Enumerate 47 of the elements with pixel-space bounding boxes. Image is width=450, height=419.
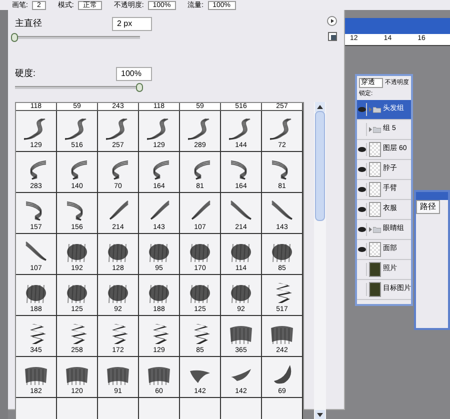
layer-thumbnail	[369, 202, 381, 217]
visibility-toggle[interactable]	[357, 143, 367, 156]
visibility-toggle[interactable]	[357, 243, 367, 256]
expand-arrow-icon[interactable]	[369, 227, 372, 232]
eye-icon	[358, 107, 366, 112]
visibility-toggle[interactable]	[357, 223, 367, 236]
layer-thumbnail	[369, 242, 381, 257]
diameter-label: 主直径	[15, 17, 42, 30]
panel-menu-icon[interactable]	[327, 16, 337, 26]
eye-icon	[358, 147, 366, 152]
photo-placeholder	[369, 262, 381, 277]
layer-thumbnail	[369, 162, 381, 177]
slider-thumb[interactable]	[11, 33, 18, 42]
scroll-thumb[interactable]	[315, 111, 325, 221]
new-preset-icon[interactable]	[328, 32, 337, 41]
brush-tip-button[interactable]	[180, 398, 221, 419]
visibility-toggle[interactable]	[357, 163, 367, 176]
panel-title-bar	[416, 192, 448, 200]
eye-icon	[358, 247, 366, 252]
expand-arrow-icon[interactable]	[369, 127, 372, 132]
brush-tip-button[interactable]	[57, 398, 98, 419]
hardness-field[interactable]: 100%	[116, 67, 152, 81]
layer-thumbnail	[369, 182, 381, 197]
brush-tip-button[interactable]	[221, 398, 262, 419]
layer-thumbnail	[369, 142, 381, 157]
eye-icon	[358, 187, 366, 192]
brush-tip-button[interactable]	[262, 398, 303, 419]
folder-icon	[373, 106, 381, 113]
scrollbar[interactable]	[314, 102, 326, 419]
brush-tip-button[interactable]	[139, 398, 180, 419]
scroll-down-icon[interactable]	[315, 410, 325, 419]
brush-tip-button[interactable]	[16, 398, 57, 419]
slider-thumb[interactable]	[136, 83, 143, 92]
hardness-label: 硬度:	[15, 67, 36, 80]
brush-tip-button[interactable]	[98, 398, 139, 419]
folder-icon	[373, 126, 381, 133]
folder-icon	[373, 226, 381, 233]
photo-placeholder	[369, 282, 381, 297]
visibility-toggle[interactable]	[357, 203, 367, 216]
visibility-toggle[interactable]	[357, 183, 367, 196]
visibility-toggle[interactable]	[357, 103, 367, 116]
scroll-up-icon[interactable]	[315, 102, 325, 112]
eye-icon	[358, 167, 366, 172]
diameter-field[interactable]: 2 px	[112, 17, 152, 31]
eye-icon	[358, 227, 366, 232]
eye-icon	[358, 207, 366, 212]
paths-tab[interactable]: 路径	[416, 200, 440, 214]
